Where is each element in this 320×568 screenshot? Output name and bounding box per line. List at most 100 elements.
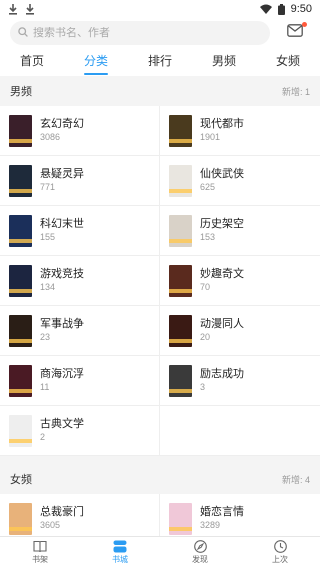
book-cover-image — [9, 114, 32, 147]
category-item[interactable]: 悬疑灵异 771 — [0, 156, 160, 206]
book-cover-image — [9, 214, 32, 247]
tab-home[interactable]: 首页 — [18, 49, 46, 72]
section-header-female: 女频 新增: 4 — [0, 464, 320, 494]
category-name: 古典文学 — [40, 418, 84, 430]
category-name: 现代都市 — [200, 118, 244, 130]
search-box[interactable] — [10, 21, 270, 45]
nav-bookstore[interactable]: 书城 — [90, 540, 150, 565]
category-item[interactable]: 励志成功 3 — [160, 356, 320, 406]
nav-discover[interactable]: 发现 — [170, 540, 230, 565]
nav-label: 书架 — [32, 555, 48, 564]
status-time: 9:50 — [290, 3, 312, 15]
section-new-count: 新增: 4 — [281, 474, 310, 485]
section-title: 男频 — [10, 86, 32, 98]
category-name: 游戏竞技 — [40, 268, 84, 280]
category-item[interactable]: 商海沉浮 11 — [0, 356, 160, 406]
category-content[interactable]: 男频 新增: 1 玄幻奇幻 3086 现代都市 1901 悬疑灵异 771 仙侠武侠 625 科… — [0, 76, 320, 536]
nav-label: 发现 — [192, 555, 208, 564]
book-cover-image — [9, 414, 32, 447]
search-icon — [18, 24, 28, 42]
book-cover-image — [169, 502, 192, 535]
download-icon — [8, 3, 18, 15]
section-new-count: 新增: 1 — [281, 86, 310, 97]
category-item[interactable]: 游戏竞技 134 — [0, 256, 160, 306]
category-item[interactable]: 妙趣奇文 70 — [160, 256, 320, 306]
category-name: 玄幻奇幻 — [40, 118, 84, 130]
book-cover-image — [169, 164, 192, 197]
category-count: 771 — [40, 182, 56, 192]
tab-ranking[interactable]: 排行 — [146, 49, 174, 72]
category-item[interactable]: 仙侠武侠 625 — [160, 156, 320, 206]
category-item[interactable]: 总裁豪门 3605 — [0, 494, 160, 536]
category-count: 155 — [40, 232, 56, 242]
book-cover-image — [169, 264, 192, 297]
nav-label: 上次 — [272, 555, 288, 564]
store-icon — [113, 540, 127, 553]
category-item[interactable]: 科幻末世 155 — [0, 206, 160, 256]
category-count: 23 — [40, 332, 51, 342]
book-cover-image — [9, 502, 32, 535]
category-name: 仙侠武侠 — [200, 168, 244, 180]
tab-category[interactable]: 分类 — [82, 49, 110, 72]
tab-female[interactable]: 女频 — [274, 49, 302, 72]
category-count: 3289 — [200, 520, 221, 530]
book-cover-image — [169, 114, 192, 147]
section-spacer — [0, 456, 320, 464]
nav-last-read[interactable]: 上次 — [250, 540, 310, 565]
category-count: 625 — [200, 182, 216, 192]
category-count: 3086 — [40, 132, 61, 142]
book-cover-image — [169, 214, 192, 247]
wifi-icon — [259, 4, 272, 14]
category-count: 70 — [200, 282, 211, 292]
category-name: 励志成功 — [200, 368, 244, 380]
category-grid-female: 总裁豪门 3605 婚恋言情 3289 — [0, 494, 320, 536]
category-item[interactable]: 现代都市 1901 — [160, 106, 320, 156]
category-count: 1901 — [200, 132, 221, 142]
search-row — [0, 20, 320, 46]
book-icon — [33, 540, 47, 553]
category-grid-male: 玄幻奇幻 3086 现代都市 1901 悬疑灵异 771 仙侠武侠 625 科幻末世 155 历史架… — [0, 106, 320, 456]
category-name: 军事战争 — [40, 318, 84, 330]
category-count: 20 — [200, 332, 211, 342]
category-item[interactable]: 婚恋言情 3289 — [160, 494, 320, 536]
status-bar: 9:50 — [0, 0, 320, 18]
book-cover-image — [9, 164, 32, 197]
compass-icon — [193, 540, 207, 553]
category-count: 3605 — [40, 520, 61, 530]
category-name: 妙趣奇文 — [200, 268, 244, 280]
category-count: 153 — [200, 232, 216, 242]
search-input[interactable] — [33, 27, 262, 39]
message-button[interactable] — [280, 21, 310, 45]
category-count: 2 — [40, 432, 46, 442]
nav-bookshelf[interactable]: 书架 — [10, 540, 70, 565]
category-item[interactable]: 军事战争 23 — [0, 306, 160, 356]
nav-label: 书城 — [112, 555, 128, 564]
category-name: 科幻末世 — [40, 218, 84, 230]
download-icon — [25, 3, 35, 15]
category-item[interactable]: 古典文学 2 — [0, 406, 160, 456]
category-count: 134 — [40, 282, 56, 292]
book-cover-image — [9, 314, 32, 347]
book-cover-image — [9, 264, 32, 297]
battery-icon — [277, 3, 285, 15]
bottom-nav: 书架 书城 发现 上次 — [0, 536, 320, 568]
category-name: 婚恋言情 — [200, 506, 244, 518]
book-cover-image — [9, 364, 32, 397]
category-name: 总裁豪门 — [40, 506, 84, 518]
category-name: 历史架空 — [200, 218, 244, 230]
mail-icon — [287, 24, 303, 42]
category-count: 11 — [40, 382, 50, 392]
book-cover-image — [169, 364, 192, 397]
tab-male[interactable]: 男频 — [210, 49, 238, 72]
top-tabs: 首页 分类 排行 男频 女频 — [0, 48, 320, 72]
book-cover-image — [169, 314, 192, 347]
notification-dot — [302, 22, 307, 27]
empty-cell — [160, 406, 320, 456]
clock-icon — [273, 540, 287, 553]
category-item[interactable]: 历史架空 153 — [160, 206, 320, 256]
category-name: 悬疑灵异 — [40, 168, 84, 180]
category-item[interactable]: 玄幻奇幻 3086 — [0, 106, 160, 156]
category-name: 商海沉浮 — [40, 368, 84, 380]
category-count: 3 — [200, 382, 206, 392]
category-item[interactable]: 动漫同人 20 — [160, 306, 320, 356]
